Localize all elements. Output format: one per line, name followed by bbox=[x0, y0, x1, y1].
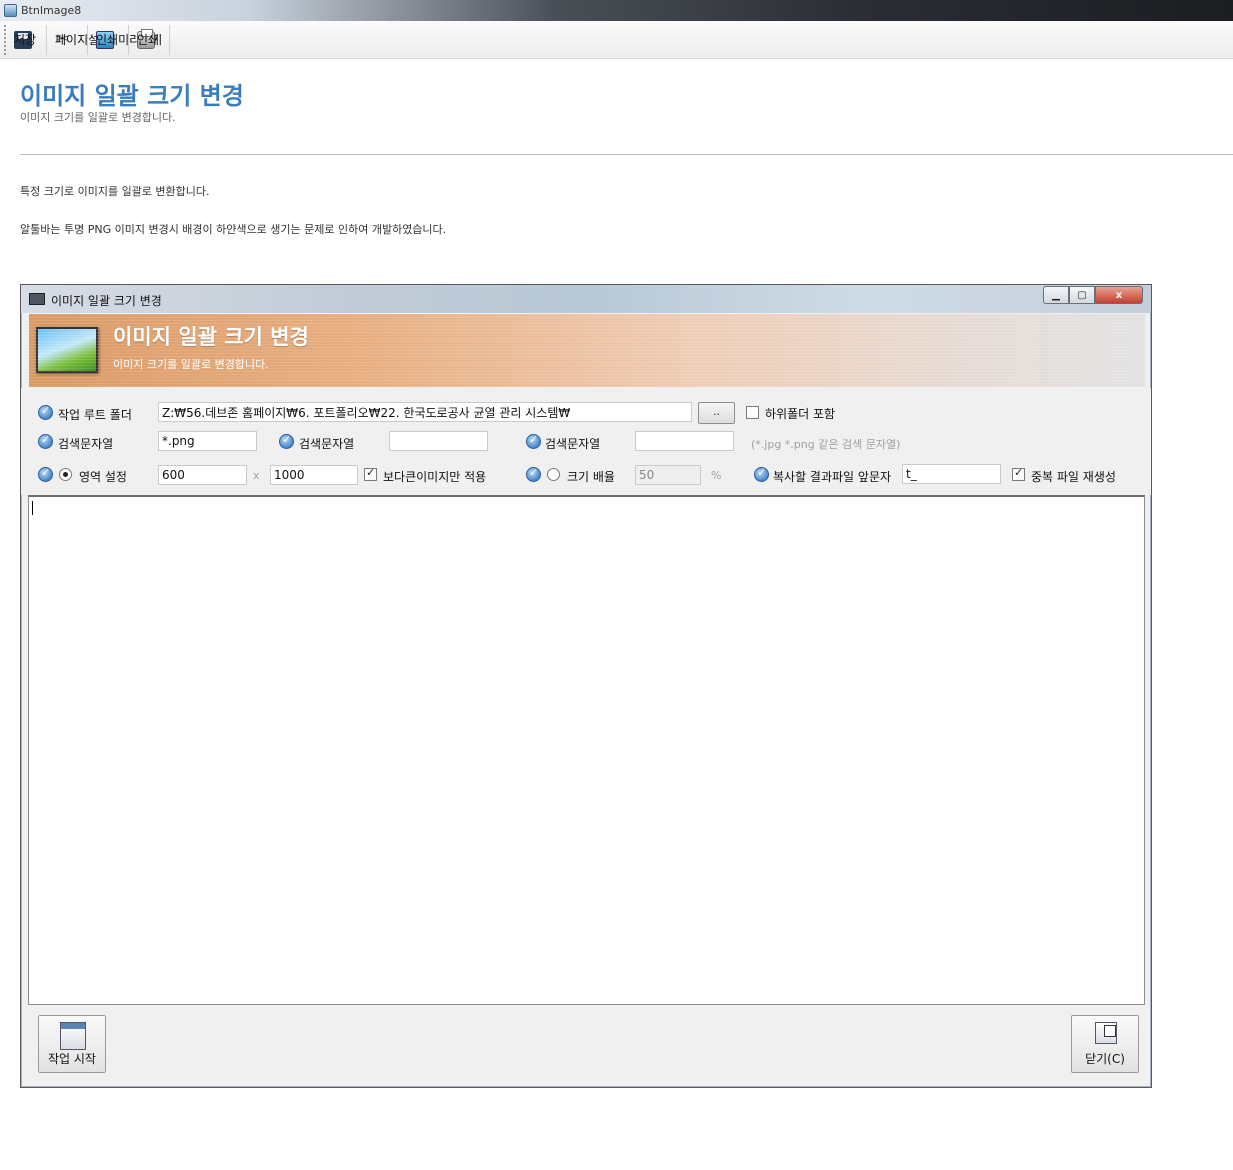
document-menu-icon bbox=[60, 1022, 86, 1050]
area-setting-label: 영역 설정 bbox=[79, 470, 127, 484]
larger-only-label: 보다큰이미지만 적용 bbox=[383, 470, 487, 484]
banner-subtitle: 이미지 크기를 일괄로 변경합니다. bbox=[113, 358, 269, 371]
search-pattern-2-label: 검색문자열 bbox=[299, 437, 355, 451]
log-textarea[interactable] bbox=[28, 495, 1145, 1005]
regenerate-duplicates-label: 중복 파일 재생성 bbox=[1031, 470, 1116, 484]
height-input[interactable] bbox=[270, 465, 358, 485]
check-circle-icon bbox=[526, 466, 541, 482]
result-prefix-input[interactable] bbox=[902, 464, 1001, 484]
page-setup-button[interactable]: 페이지설정 bbox=[47, 24, 110, 55]
start-job-button[interactable]: 작업 시작 bbox=[38, 1015, 106, 1073]
banner-title: 이미지 일괄 크기 변경 bbox=[113, 325, 309, 349]
check-circle-icon bbox=[526, 433, 541, 449]
width-input[interactable] bbox=[158, 465, 247, 485]
search-pattern-1-label: 검색문자열 bbox=[58, 437, 114, 451]
check-circle-icon bbox=[38, 433, 53, 449]
toolbar: 저장 페이지설정 인쇄미리보기 인쇄 bbox=[0, 21, 1233, 59]
scale-ratio-input[interactable] bbox=[635, 465, 701, 485]
search-hint: (*.jpg *.png 같은 검색 문자열) bbox=[751, 438, 901, 451]
close-button[interactable]: 닫기(C) bbox=[1071, 1015, 1139, 1073]
close-window-button[interactable]: x bbox=[1095, 286, 1143, 304]
close-label: 닫기(C) bbox=[1085, 1052, 1125, 1066]
dialog-banner: 이미지 일괄 크기 변경 이미지 크기를 일괄로 변경합니다. bbox=[29, 314, 1145, 387]
app-title: BtnImage8 bbox=[21, 4, 82, 17]
browse-button[interactable]: .. bbox=[698, 402, 735, 424]
regenerate-duplicates-checkbox[interactable] bbox=[1012, 466, 1025, 481]
page-subtitle: 이미지 크기를 일괄로 변경합니다. bbox=[20, 111, 176, 124]
divider bbox=[20, 154, 1233, 155]
dialog-title: 이미지 일괄 크기 변경 bbox=[51, 294, 162, 308]
check-circle-icon bbox=[38, 404, 53, 420]
search-pattern-1-input[interactable] bbox=[158, 431, 257, 451]
check-circle-icon bbox=[754, 466, 769, 482]
larger-only-checkbox[interactable] bbox=[364, 466, 377, 481]
area-setting-radio[interactable] bbox=[59, 468, 72, 481]
options-form: 작업 루트 폴더 .. 하위폴더 포함 검색문자열 검색문자열 검색문자열 (*… bbox=[21, 388, 1151, 495]
description-line-2: 알툴바는 투명 PNG 이미지 변경시 배경이 하얀색으로 생기는 문제로 인하… bbox=[20, 223, 447, 236]
scale-ratio-radio[interactable] bbox=[547, 468, 560, 481]
search-pattern-3-label: 검색문자열 bbox=[545, 437, 601, 451]
text-caret bbox=[32, 501, 33, 515]
check-circle-icon bbox=[279, 433, 294, 449]
percent-label: % bbox=[711, 469, 722, 482]
resize-dialog-window: 이미지 일괄 크기 변경 ▁ ▢ x 이미지 일괄 크기 변경 이미지 크기를 … bbox=[20, 284, 1152, 1088]
times-label: x bbox=[253, 469, 260, 482]
scale-ratio-label: 크기 배율 bbox=[567, 470, 615, 484]
description-line-1: 특정 크기로 이미지를 일괄로 변환합니다. bbox=[20, 185, 210, 198]
save-label: 저장 bbox=[14, 33, 37, 47]
root-folder-label: 작업 루트 폴더 bbox=[58, 408, 132, 422]
root-folder-input[interactable] bbox=[158, 402, 692, 422]
maximize-button[interactable]: ▢ bbox=[1069, 286, 1095, 304]
app-icon bbox=[4, 4, 17, 17]
search-pattern-3-input[interactable] bbox=[635, 431, 734, 451]
include-subfolders-checkbox[interactable] bbox=[746, 406, 759, 419]
print-label: 인쇄 bbox=[137, 33, 160, 47]
landscape-picture-icon bbox=[36, 327, 98, 373]
close-windows-icon bbox=[1095, 1022, 1117, 1044]
app-titlebar: BtnImage8 bbox=[0, 0, 1233, 21]
minimize-button[interactable]: ▁ bbox=[1043, 286, 1069, 304]
dialog-titlebar: 이미지 일괄 크기 변경 ▁ ▢ x bbox=[21, 285, 1151, 313]
page-title: 이미지 일괄 크기 변경 bbox=[20, 82, 244, 110]
check-circle-icon bbox=[38, 466, 53, 482]
window-icon bbox=[29, 293, 45, 305]
search-pattern-2-input[interactable] bbox=[389, 431, 488, 451]
result-prefix-label: 복사할 결과파일 앞문자 bbox=[773, 470, 892, 484]
save-button[interactable]: 저장 bbox=[4, 24, 47, 55]
start-job-label: 작업 시작 bbox=[48, 1052, 96, 1066]
include-subfolders-label: 하위폴더 포함 bbox=[765, 407, 836, 421]
